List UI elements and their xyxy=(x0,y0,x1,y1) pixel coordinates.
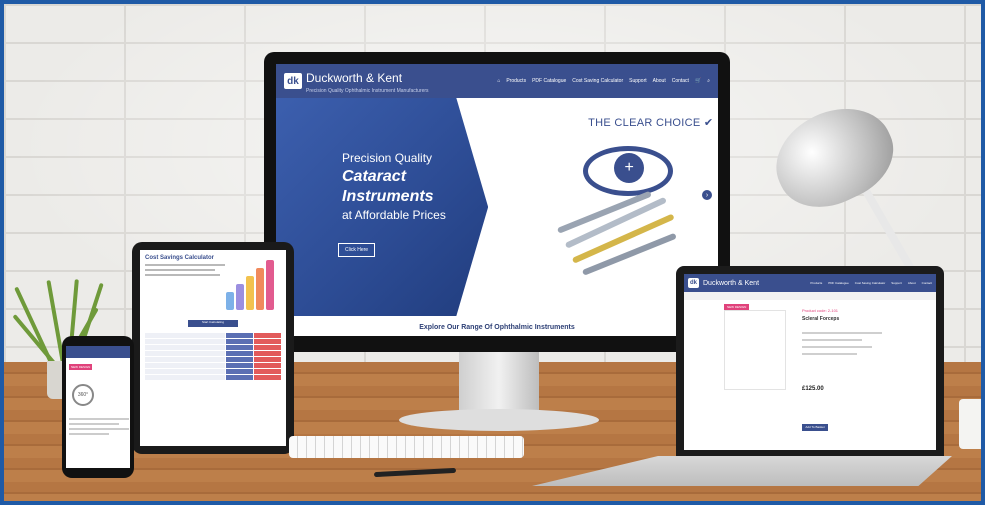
basket-icon[interactable]: 🛒 xyxy=(695,78,701,84)
chevron-right-icon[interactable]: › xyxy=(702,190,712,200)
nav-contact[interactable]: Contact xyxy=(672,78,689,84)
logo-text[interactable]: Duckworth & Kent xyxy=(306,71,402,85)
desktop-screen: dk Duckworth & Kent Precision Quality Op… xyxy=(276,64,718,336)
logo-text[interactable]: Duckworth & Kent xyxy=(703,280,759,287)
nav-support[interactable]: Support xyxy=(629,78,647,84)
start-calculating-button[interactable]: Start Calculating xyxy=(188,320,238,327)
nav-support[interactable]: Support xyxy=(891,281,902,285)
desktop-monitor: dk Duckworth & Kent Precision Quality Op… xyxy=(264,52,730,352)
explore-heading: Explore Our Range Of Ophthalmic Instrume… xyxy=(419,324,575,331)
breadcrumb xyxy=(684,292,936,300)
home-icon[interactable]: ⌂ xyxy=(497,78,500,84)
laptop-screen: dk Duckworth & Kent Products PDF Catalog… xyxy=(684,274,936,450)
main-nav: ⌂ Products PDF Catalogue Cost Saving Cal… xyxy=(497,78,710,84)
monitor-stand-base xyxy=(399,409,599,431)
product-features xyxy=(802,332,882,360)
tablet-device: Cost Savings Calculator Start Calculatin… xyxy=(132,242,294,454)
product-scene: dk Duckworth & Kent Precision Quality Op… xyxy=(0,0,985,505)
product-image xyxy=(724,310,786,390)
new-design-badge: NEW DESIGN xyxy=(69,364,93,370)
product-price: £125.00 xyxy=(802,386,824,392)
plus-icon: + xyxy=(614,153,645,183)
laptop: dk Duckworth & Kent Products PDF Catalog… xyxy=(676,266,944,456)
product-description xyxy=(69,418,129,438)
nav-about[interactable]: About xyxy=(908,281,916,285)
hero-banner: Precision Quality Cataract Instruments a… xyxy=(276,98,718,316)
nav-products[interactable]: Products xyxy=(810,281,822,285)
nav-contact[interactable]: Contact xyxy=(922,281,932,285)
search-icon[interactable]: ⌕ xyxy=(707,78,710,84)
nav-pdf-catalogue[interactable]: PDF Catalogue xyxy=(828,281,849,285)
product-code: Product code: 2-101 xyxy=(802,308,839,313)
rotate-360-icon[interactable]: 360° xyxy=(72,384,94,406)
hero-line-1: Precision Quality xyxy=(342,151,433,165)
tablet-screen: Cost Savings Calculator Start Calculatin… xyxy=(140,250,286,446)
phone-header xyxy=(66,346,130,358)
nav-cost-calculator[interactable]: Cost Saving Calculator xyxy=(855,281,886,285)
laptop-nav: Products PDF Catalogue Cost Saving Calcu… xyxy=(810,281,932,285)
nav-cost-calculator[interactable]: Cost Saving Calculator xyxy=(572,78,623,84)
logo-icon[interactable]: dk xyxy=(284,73,302,89)
laptop-header: dk Duckworth & Kent Products PDF Catalog… xyxy=(684,274,936,292)
keyboard xyxy=(289,436,524,458)
product-name: Scleral Forceps xyxy=(802,316,840,322)
hero-line-4: at Affordable Prices xyxy=(342,208,446,222)
logo-tagline: Precision Quality Ophthalmic Instrument … xyxy=(306,87,429,94)
phone-screen: NEW DESIGN 360° xyxy=(66,346,130,468)
hero-tagline: THE CLEAR CHOICE ✔ xyxy=(588,117,714,129)
logo-icon[interactable]: dk xyxy=(688,278,699,288)
hero-line-2: Cataract xyxy=(342,168,407,185)
mobile-phone: NEW DESIGN 360° xyxy=(62,336,134,478)
calculator-table xyxy=(145,333,281,380)
hero-line-3: Instruments xyxy=(342,188,434,205)
nav-pdf-catalogue[interactable]: PDF Catalogue xyxy=(532,78,566,84)
add-to-basket-button[interactable]: Add To Basket xyxy=(802,424,828,431)
instrument-image xyxy=(582,232,677,276)
nav-about[interactable]: About xyxy=(653,78,666,84)
nav-products[interactable]: Products xyxy=(506,78,526,84)
explore-section: Explore Our Range Of Ophthalmic Instrume… xyxy=(276,316,718,336)
site-header: dk Duckworth & Kent Precision Quality Op… xyxy=(276,64,718,98)
calculator-chart-graphic xyxy=(226,260,276,310)
hero-cta-button[interactable]: Click Here xyxy=(338,243,376,257)
coffee-mug xyxy=(959,399,981,449)
hero-left-panel: Precision Quality Cataract Instruments a… xyxy=(276,98,489,316)
